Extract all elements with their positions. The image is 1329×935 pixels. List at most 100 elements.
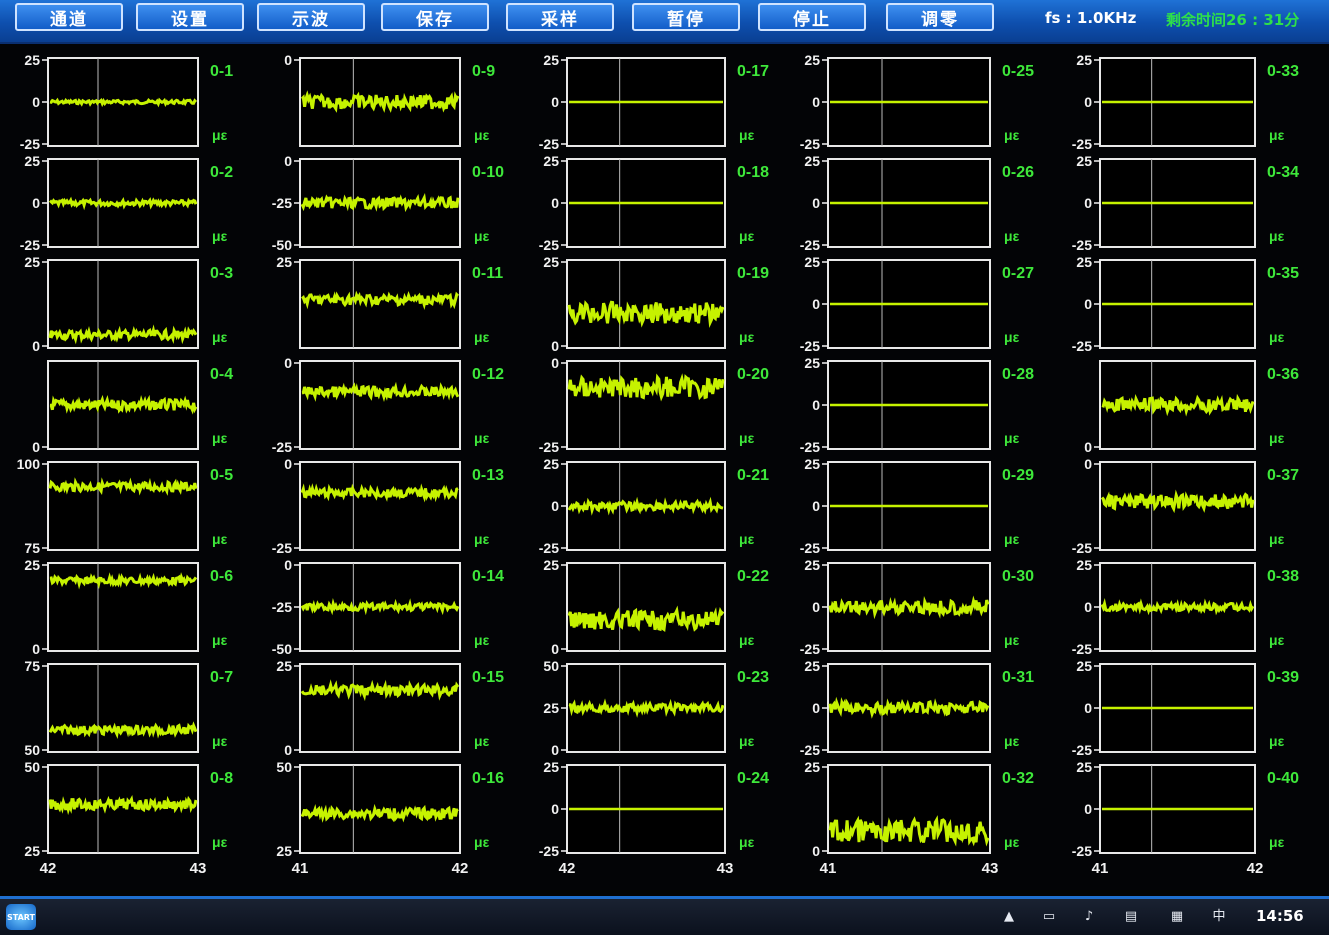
y-tick-label: 0 <box>551 641 559 657</box>
unit-label: με <box>212 834 228 850</box>
channel-label: 0-10 <box>472 164 504 181</box>
y-tick-label: 25 <box>24 557 40 573</box>
y-tick-label: 25 <box>1076 557 1092 573</box>
y-tick-label: 0 <box>1084 599 1092 615</box>
y-tick-label: 0 <box>551 355 559 371</box>
volume-icon[interactable]: ♪ <box>1080 909 1098 925</box>
channel-label: 0-34 <box>1267 164 1299 181</box>
y-tick-label: 0 <box>284 742 292 758</box>
y-tick-label: 0 <box>1084 801 1092 817</box>
y-tick-label: 0 <box>812 843 820 859</box>
y-tick-label: 25 <box>24 843 40 859</box>
y-tick-label: 0 <box>812 599 820 615</box>
y-tick-label: 0 <box>32 641 40 657</box>
y-tick-label: 25 <box>804 456 820 472</box>
channel-label: 0-38 <box>1267 568 1299 585</box>
y-tick-label: 25 <box>24 153 40 169</box>
y-tick-label: 0 <box>812 498 820 514</box>
y-tick-label: 25 <box>543 52 559 68</box>
y-tick-label: 25 <box>276 843 292 859</box>
channel-label: 0-6 <box>210 568 233 585</box>
y-tick-label: 25 <box>1076 658 1092 674</box>
toolbar-button-settings[interactable]: 设置 <box>136 3 244 31</box>
unit-label: με <box>474 834 490 850</box>
start-button[interactable]: START <box>6 904 36 930</box>
y-tick-label: 25 <box>543 254 559 270</box>
y-tick-label: 0 <box>1084 94 1092 110</box>
toolbar-button-pause[interactable]: 暂停 <box>632 3 740 31</box>
y-tick-label: -25 <box>539 136 559 152</box>
y-tick-label: 0 <box>812 195 820 211</box>
toolbar-button-stop[interactable]: 停止 <box>758 3 866 31</box>
y-tick-label: -25 <box>1072 237 1092 253</box>
y-tick-label: -25 <box>800 136 820 152</box>
channel-label: 0-19 <box>737 265 769 282</box>
channel-label: 0-39 <box>1267 669 1299 686</box>
toolbar-button-sample[interactable]: 采样 <box>506 3 614 31</box>
unit-label: με <box>1269 632 1285 648</box>
channel-label: 0-13 <box>472 467 504 484</box>
remaining-time-readout: 剩余时间26 : 31分 <box>1166 11 1300 29</box>
x-tick-label: 42 <box>452 860 469 877</box>
channel-label: 0-11 <box>472 265 503 282</box>
channel-label: 0-5 <box>210 467 233 484</box>
channel-label: 0-4 <box>210 366 233 383</box>
y-tick-label: 25 <box>276 658 292 674</box>
y-tick-label: -25 <box>800 237 820 253</box>
unit-label: με <box>1004 733 1020 749</box>
plot-frame <box>566 562 726 652</box>
up-arrow-icon[interactable]: ▲ <box>1000 909 1018 925</box>
y-tick-label: 25 <box>804 254 820 270</box>
y-tick-label: 25 <box>804 557 820 573</box>
channel-label: 0-25 <box>1002 63 1034 80</box>
plot-frame <box>566 259 726 349</box>
document-icon[interactable]: ▤ <box>1122 909 1140 925</box>
unit-label: με <box>1004 834 1020 850</box>
y-tick-label: -25 <box>272 540 292 556</box>
channel-label: 0-21 <box>737 467 769 484</box>
y-tick-label: -25 <box>1072 843 1092 859</box>
y-tick-label: 75 <box>24 658 40 674</box>
unit-label: με <box>474 228 490 244</box>
channel-label: 0-3 <box>210 265 233 282</box>
unit-label: με <box>212 329 228 345</box>
y-tick-label: -25 <box>1072 742 1092 758</box>
waveform-canvas: 250-250-1με250-250-2με2500-3με00-4με1007… <box>17 52 1299 877</box>
y-tick-label: 0 <box>1084 439 1092 455</box>
unit-label: με <box>212 127 228 143</box>
unit-label: με <box>474 632 490 648</box>
channel-label: 0-36 <box>1267 366 1299 383</box>
plot-frame <box>47 663 199 753</box>
x-tick-label: 43 <box>982 860 999 877</box>
ime-icon[interactable]: 中 <box>1210 909 1228 925</box>
plot-frame <box>47 461 199 551</box>
waveform-trace <box>300 803 459 823</box>
toolbar-button-save[interactable]: 保存 <box>381 3 489 31</box>
y-tick-label: 0 <box>32 195 40 211</box>
unit-label: με <box>1004 632 1020 648</box>
toolbar-button-scope[interactable]: 示波 <box>257 3 365 31</box>
y-tick-label: -25 <box>539 237 559 253</box>
channel-label: 0-15 <box>472 669 504 686</box>
toolbar-button-channel[interactable]: 通道 <box>15 3 123 31</box>
channel-label: 0-35 <box>1267 265 1299 282</box>
unit-label: με <box>739 632 755 648</box>
window-icon[interactable]: ▭ <box>1040 909 1058 925</box>
y-tick-label: 25 <box>24 254 40 270</box>
keyboard-icon[interactable]: ▦ <box>1168 909 1186 925</box>
y-tick-label: 25 <box>804 658 820 674</box>
channel-label: 0-24 <box>737 770 769 787</box>
toolbar-button-zero[interactable]: 调零 <box>886 3 994 31</box>
y-tick-label: -25 <box>800 439 820 455</box>
y-tick-label: 25 <box>543 153 559 169</box>
unit-label: με <box>212 733 228 749</box>
unit-label: με <box>474 733 490 749</box>
unit-label: με <box>739 531 755 547</box>
y-tick-label: 50 <box>276 759 292 775</box>
plot-frame <box>299 461 461 551</box>
x-tick-label: 41 <box>292 860 309 877</box>
unit-label: με <box>739 329 755 345</box>
y-tick-label: 0 <box>1084 456 1092 472</box>
y-tick-label: 0 <box>551 94 559 110</box>
y-tick-label: 0 <box>551 338 559 354</box>
